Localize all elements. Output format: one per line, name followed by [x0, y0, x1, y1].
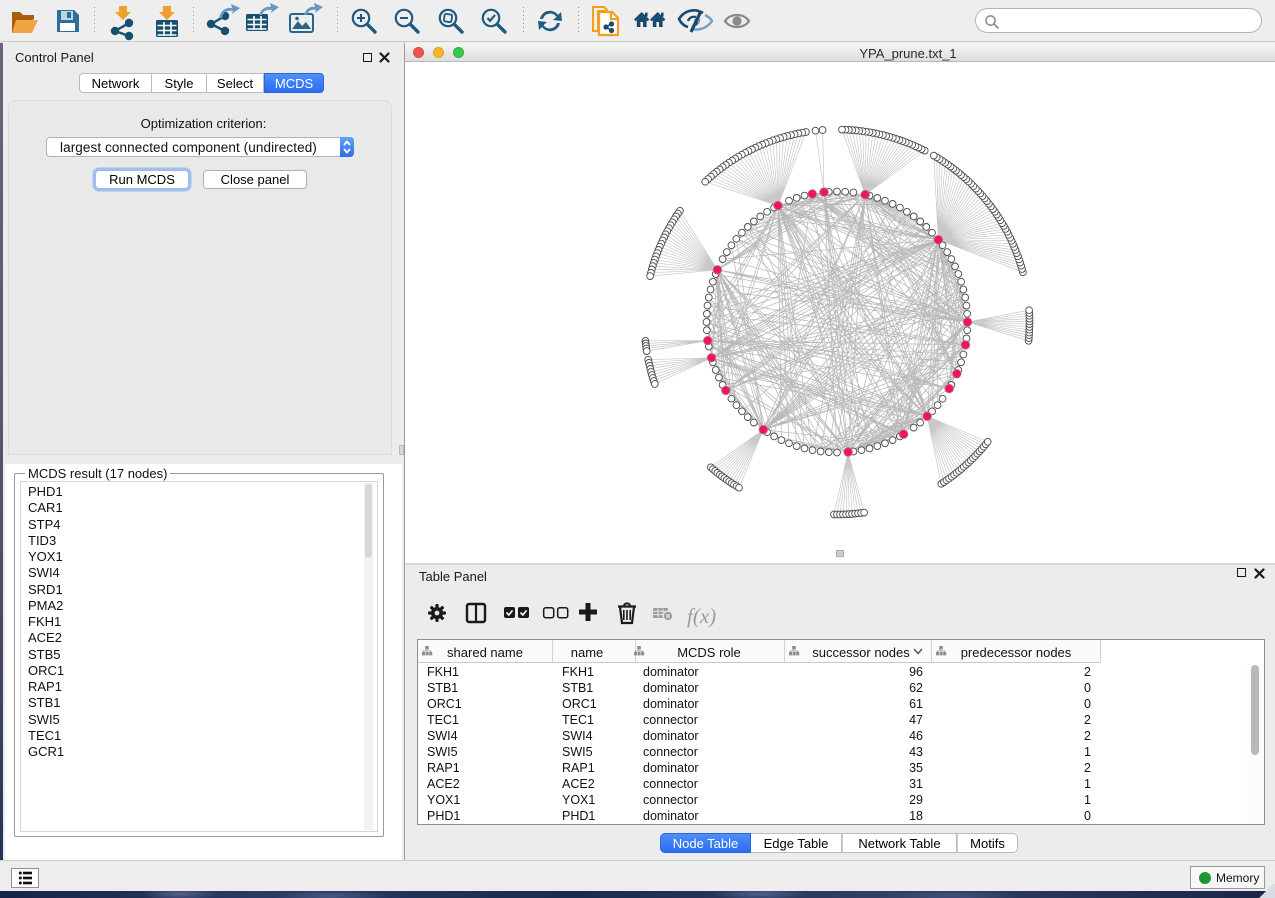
svg-text:f(x): f(x)	[687, 604, 716, 628]
